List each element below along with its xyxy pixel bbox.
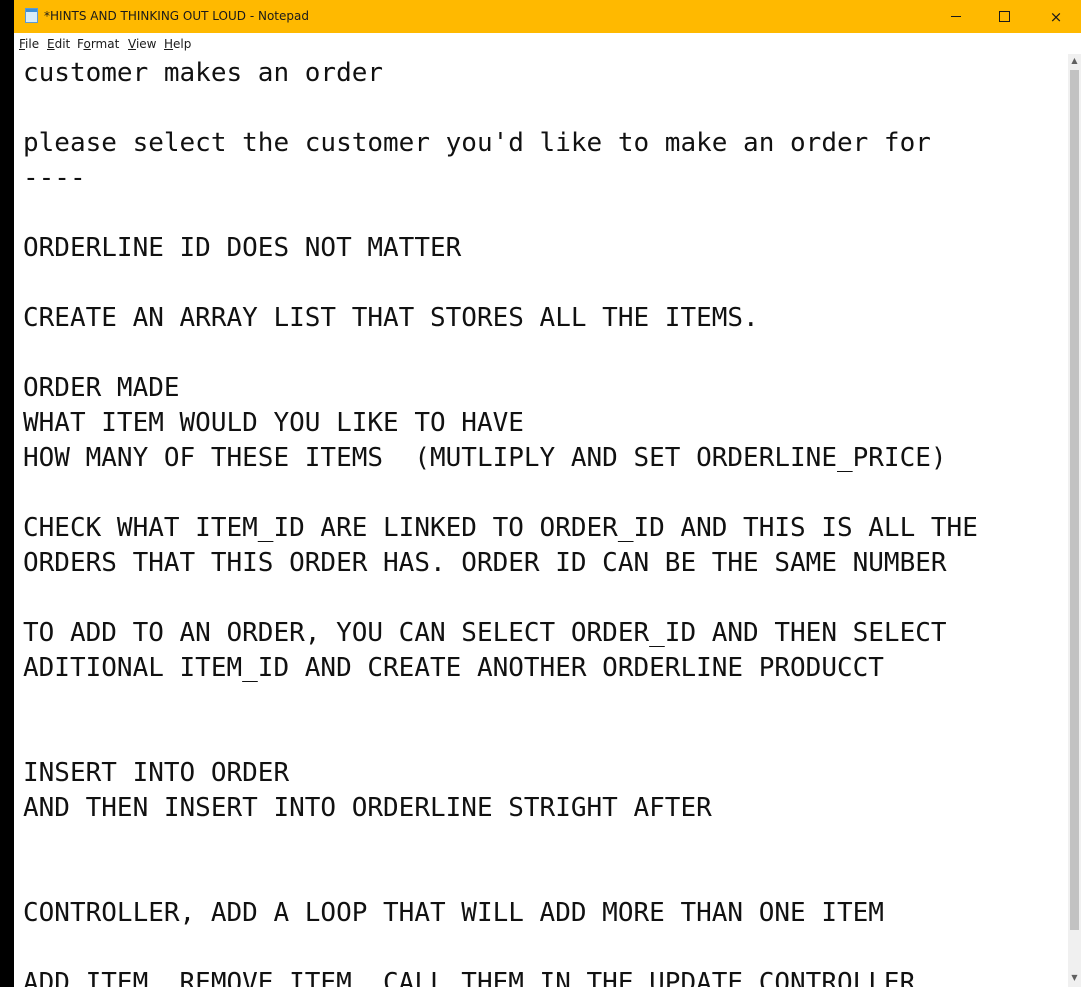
- maximize-button[interactable]: [981, 0, 1027, 33]
- vertical-scrollbar[interactable]: ▲ ▼: [1068, 54, 1081, 987]
- text-line: CREATE AN ARRAY LIST THAT STORES ALL THE…: [23, 303, 759, 333]
- text-line: ORDERS THAT THIS ORDER HAS. ORDER ID CAN…: [23, 548, 947, 578]
- maximize-icon: [998, 11, 1010, 22]
- close-button[interactable]: ×: [1033, 0, 1079, 33]
- menu-help[interactable]: Help: [164, 37, 191, 51]
- menu-view-accel: V: [128, 37, 136, 51]
- text-line: WHAT ITEM WOULD YOU LIKE TO HAVE: [23, 408, 524, 438]
- menu-format-accel: o: [83, 37, 91, 51]
- scroll-thumb[interactable]: [1070, 70, 1079, 930]
- text-line: TO ADD TO AN ORDER, YOU CAN SELECT ORDER…: [23, 618, 947, 648]
- text-line: AND THEN INSERT INTO ORDERLINE STRIGHT A…: [23, 793, 712, 823]
- text-line: ----: [23, 163, 86, 193]
- text-line: CHECK WHAT ITEM_ID ARE LINKED TO ORDER_I…: [23, 513, 978, 543]
- text-line: ADITIONAL ITEM_ID AND CREATE ANOTHER ORD…: [23, 653, 884, 683]
- menu-view[interactable]: View: [128, 37, 156, 51]
- text-editor-area[interactable]: customer makes an order please select the…: [14, 54, 1068, 987]
- menu-edit[interactable]: Edit: [47, 37, 70, 51]
- scroll-down-arrow-icon[interactable]: ▼: [1068, 971, 1081, 985]
- minimize-button[interactable]: [933, 0, 979, 33]
- text-line: ADD ITEM, REMOVE ITEM, CALL THEM IN THE …: [23, 968, 916, 987]
- menu-format-label: rmat: [90, 37, 120, 51]
- menu-view-label: iew: [135, 37, 157, 51]
- text-line: ORDERLINE ID DOES NOT MATTER: [23, 233, 462, 263]
- menu-help-accel: H: [164, 37, 174, 51]
- text-line: please select the customer you'd like to…: [23, 128, 931, 158]
- menu-file[interactable]: File: [19, 37, 39, 51]
- text-line: INSERT INTO ORDER: [23, 758, 290, 788]
- menu-edit-accel: E: [47, 37, 55, 51]
- notepad-window: *HINTS AND THINKING OUT LOUD - Notepad ×…: [14, 0, 1081, 987]
- notepad-icon[interactable]: [25, 8, 38, 23]
- menu-file-label: ile: [25, 37, 40, 51]
- text-line: HOW MANY OF THESE ITEMS (MUTLIPLY AND SE…: [23, 443, 947, 473]
- window-title: *HINTS AND THINKING OUT LOUD - Notepad: [44, 9, 309, 23]
- menu-help-label: elp: [173, 37, 192, 51]
- title-bar[interactable]: *HINTS AND THINKING OUT LOUD - Notepad ×: [14, 0, 1081, 33]
- menu-format[interactable]: Format: [77, 37, 119, 51]
- menu-bar: File Edit Format View Help: [14, 33, 1081, 54]
- minimize-icon: [951, 16, 961, 17]
- scroll-up-arrow-icon[interactable]: ▲: [1068, 54, 1081, 68]
- text-line: ORDER MADE: [23, 373, 180, 403]
- text-line: CONTROLLER, ADD A LOOP THAT WILL ADD MOR…: [23, 898, 884, 928]
- close-icon: ×: [1049, 7, 1063, 26]
- menu-edit-label: dit: [54, 37, 71, 51]
- text-line: customer makes an order: [23, 58, 384, 88]
